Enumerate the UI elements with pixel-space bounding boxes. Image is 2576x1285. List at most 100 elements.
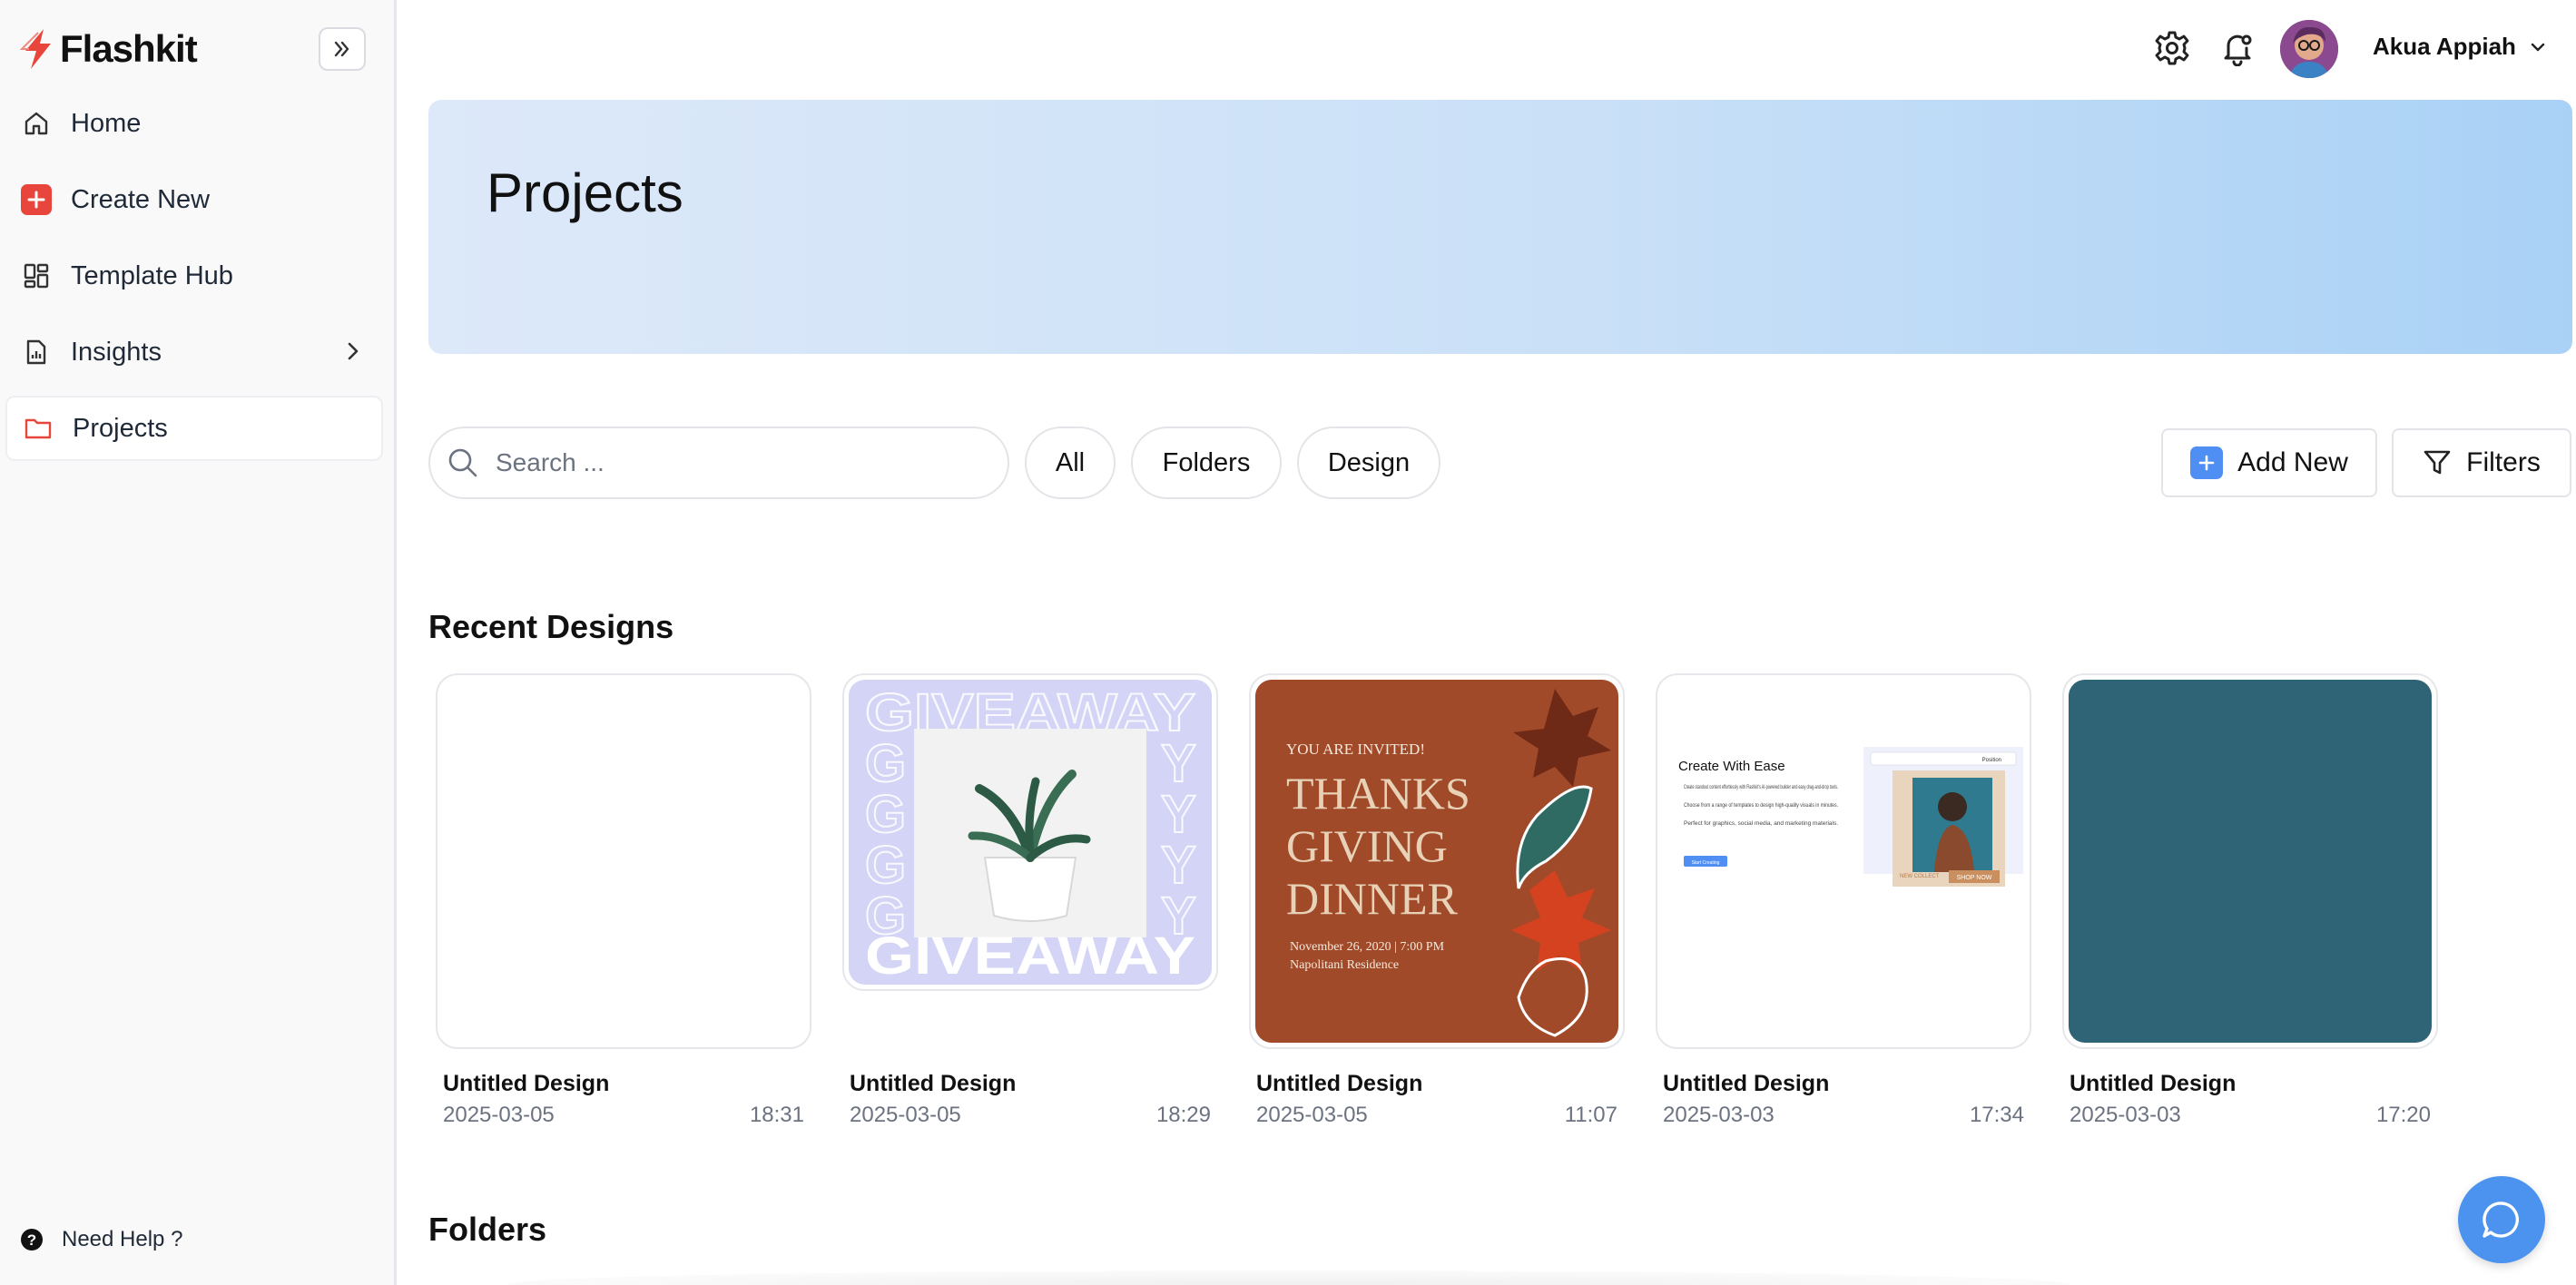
plus-square-icon [20,183,53,216]
search-icon [448,448,477,477]
bell-icon [2224,34,2252,66]
design-name: Untitled Design [1663,1071,1830,1096]
gear-icon [2155,31,2189,65]
add-new-button[interactable]: Add New [2161,428,2377,497]
design-time: 17:34 [1969,1103,2024,1127]
need-help-label: Need Help ? [62,1227,183,1251]
design-time: 18:31 [749,1103,804,1127]
sidebar-item-label: Template Hub [71,260,233,290]
leaf-icon [1517,957,1588,1037]
giveaway-artwork: GIVEAWAY G G G G Y Y Y Y GIVEAWAY [864,682,1197,985]
sidebar-nav: Home Create New Template Hub Insights Pr… [5,91,383,472]
invite-title-line: GIVING [1286,820,1448,871]
sidebar-item-home[interactable]: Home [5,91,383,156]
design-name: Untitled Design [443,1071,610,1096]
expand-sidebar-button[interactable] [319,27,366,71]
recent-designs-heading: Recent Designs [428,608,674,645]
sidebar-item-projects[interactable]: Projects [5,396,383,461]
invite-details: November 26, 2020 | 7:00 PM [1290,940,1445,954]
design-time: 18:29 [1155,1103,1211,1127]
leaf-icon [1513,689,1611,787]
design-name: Untitled Design [2070,1071,2237,1096]
logo[interactable]: Flashkit [20,27,198,71]
user-menu[interactable]: Akua Appiah [2373,33,2547,61]
sidebar-item-label: Create New [71,184,211,214]
add-new-label: Add New [2237,447,2348,477]
notifications-button[interactable] [2217,27,2258,69]
chevron-right-icon [348,342,359,360]
design-card[interactable]: Untitled Design 2025-03-05 18:31 [436,673,811,1128]
filters-button[interactable]: Filters [2392,428,2571,497]
sidebar: Flashkit Home Create New Template Hub In… [0,0,397,1285]
settings-button[interactable] [2151,27,2193,69]
mockup-bullet: Create standout content effortlessly wit… [1684,785,1838,790]
plus-icon [2190,446,2224,479]
mockup-bullet: Perfect for graphics, social media, and … [1684,821,1838,827]
double-chevron-right-icon [334,41,349,57]
page-title: Projects [487,162,683,223]
design-name: Untitled Design [850,1071,1017,1096]
design-date: 2025-03-05 [850,1103,961,1127]
filter-chip-all[interactable]: All [1025,427,1116,499]
user-name: Akua Appiah [2373,33,2516,60]
need-help-link[interactable]: ? Need Help ? [20,1227,182,1252]
invite-details: Napolitani Residence [1290,958,1399,972]
design-thumbnail[interactable] [2062,673,2438,1049]
chat-button[interactable] [2458,1176,2545,1263]
folders-list-edge [508,1270,2070,1285]
search-box[interactable] [428,427,1009,499]
home-icon [20,107,53,140]
folder-icon [22,412,54,445]
design-date: 2025-03-05 [1256,1103,1368,1127]
help-circle-icon: ? [21,1229,43,1251]
mockup-bullet: Choose from a range of templates to desi… [1684,803,1838,809]
thanksgiving-artwork: YOU ARE INVITED! THANKS GIVING DINNER No… [1286,689,1611,1037]
design-thumbnail[interactable] [436,673,811,1049]
teal-artwork [2069,680,2432,1043]
sidebar-item-insights[interactable]: Insights [5,319,383,385]
page-banner: Projects [428,100,2572,354]
design-card[interactable]: GIVEAWAY G G G G Y Y Y Y GIVEAWAY Untitl… [842,673,1218,1128]
mockup-title: Create With Ease [1678,759,1785,774]
sidebar-item-create-new[interactable]: Create New [5,167,383,232]
leaf-icon [1511,870,1611,972]
design-time: 17:20 [2375,1103,2431,1127]
design-time: 11:07 [1564,1103,1617,1127]
report-icon [20,336,53,368]
grid-icon [20,260,53,292]
sidebar-item-label: Home [71,108,142,138]
svg-text:?: ? [27,1231,36,1249]
giveaway-text: GIVEAWAY [865,927,1195,985]
create-with-ease-artwork: Create With Ease Create standout content… [1662,680,2025,1043]
chat-bubble-icon [2483,1202,2519,1238]
design-date: 2025-03-05 [443,1103,555,1127]
folders-heading: Folders [428,1211,547,1248]
avatar[interactable] [2280,20,2338,78]
filter-chip-design[interactable]: Design [1297,427,1440,499]
filter-chip-folders[interactable]: Folders [1131,427,1282,499]
design-card[interactable]: YOU ARE INVITED! THANKS GIVING DINNER No… [1249,673,1625,1128]
design-card[interactable]: Create With Ease Create standout content… [1656,673,2031,1128]
lightning-bolt-icon [20,29,51,69]
invite-kicker: YOU ARE INVITED! [1286,741,1425,758]
sidebar-item-template-hub[interactable]: Template Hub [5,243,383,309]
design-name: Untitled Design [1256,1071,1423,1096]
mockup-position-label: Position [1982,758,2001,763]
sidebar-item-label: Projects [73,413,168,443]
mockup-shop-label: SHOP NOW [1957,875,1992,881]
design-card[interactable]: Untitled Design 2025-03-03 17:20 [2062,673,2438,1128]
design-thumbnail[interactable]: YOU ARE INVITED! THANKS GIVING DINNER No… [1249,673,1625,1049]
design-date: 2025-03-03 [2070,1103,2181,1127]
mockup-new-label: NEW COLLECT [1900,874,1940,879]
mockup-cta-label: Start Creating [1692,860,1720,866]
invite-title-line: THANKS [1286,768,1470,819]
design-thumbnail[interactable]: GIVEAWAY G G G G Y Y Y Y GIVEAWAY [842,673,1218,991]
design-thumbnail[interactable]: Create With Ease Create standout content… [1656,673,2031,1049]
app-name: Flashkit [60,27,198,70]
search-input[interactable] [496,448,968,477]
invite-title-line: DINNER [1286,873,1459,924]
filters-label: Filters [2466,447,2541,477]
chevron-down-icon [2531,43,2545,51]
design-date: 2025-03-03 [1663,1103,1775,1127]
sidebar-item-label: Insights [71,337,162,367]
